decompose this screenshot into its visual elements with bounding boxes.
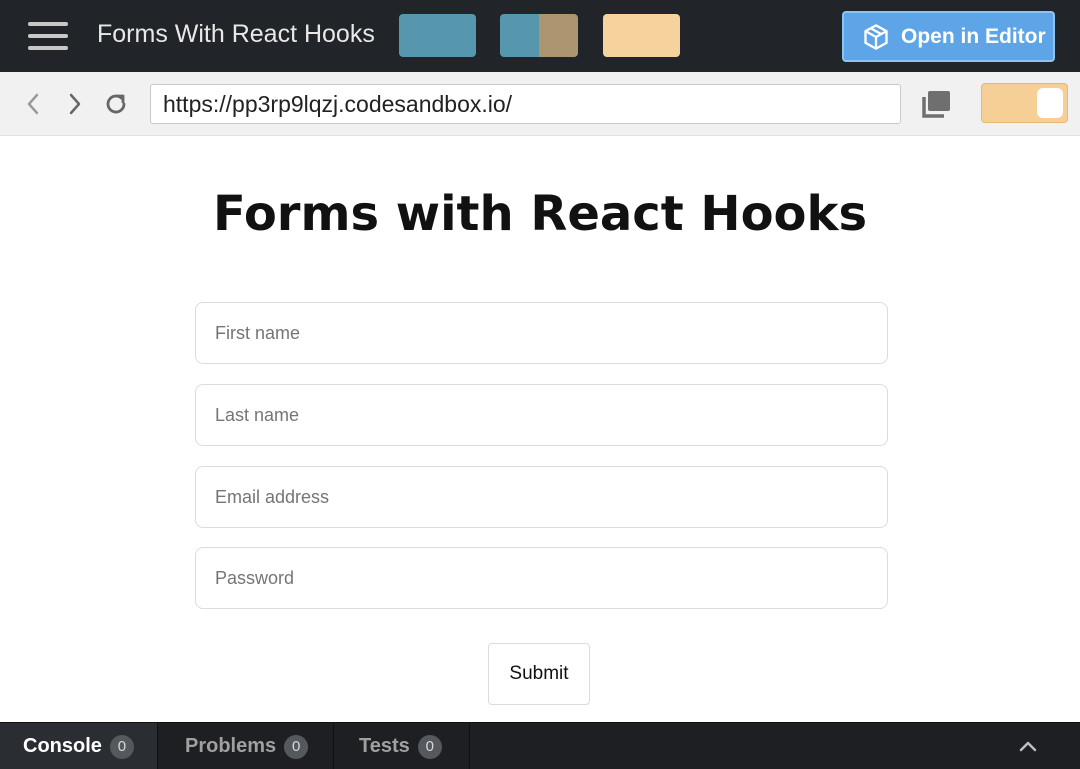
top-app-bar: Forms With React Hooks Open in Editor [0,0,1080,72]
page-heading: Forms with React Hooks [212,186,868,242]
tab-tests[interactable]: Tests 0 [334,723,470,769]
tab-problems[interactable]: Problems 0 [158,723,334,769]
preview-toggle[interactable] [981,83,1068,123]
tests-count-badge: 0 [417,734,442,759]
console-count-badge: 0 [109,734,134,759]
sandbox-title: Forms With React Hooks [97,20,375,48]
last-name-input[interactable] [195,384,888,446]
layout-preview-only-button[interactable] [399,14,476,57]
submit-button[interactable]: Submit [488,643,590,705]
tab-console[interactable]: Console 0 [0,723,158,769]
preview-pane: Forms with React Hooks Submit [0,137,1080,722]
tab-tests-label: Tests [359,735,410,757]
open-in-editor-button[interactable]: Open in Editor [842,11,1055,62]
cube-icon [864,23,888,50]
email-input[interactable] [195,466,888,528]
layout-editor-only-button[interactable] [603,14,680,57]
first-name-input[interactable] [195,302,888,364]
new-window-icon[interactable] [920,89,952,119]
password-input[interactable] [195,547,888,609]
problems-count-badge: 0 [284,734,309,759]
back-arrow-icon[interactable] [20,90,48,118]
chevron-up-icon[interactable] [1016,735,1040,757]
hamburger-menu-icon[interactable] [28,22,68,50]
url-input[interactable] [150,84,901,124]
tab-problems-label: Problems [185,735,277,757]
forward-arrow-icon[interactable] [60,90,88,118]
tab-console-label: Console [23,735,102,757]
open-in-editor-label: Open in Editor [901,24,1046,48]
address-bar [0,72,1080,136]
devtools-bar: Console 0 Problems 0 Tests 0 [0,722,1080,769]
toggle-knob [1037,88,1063,118]
layout-split-button[interactable] [500,14,578,57]
reload-icon[interactable] [102,90,130,118]
